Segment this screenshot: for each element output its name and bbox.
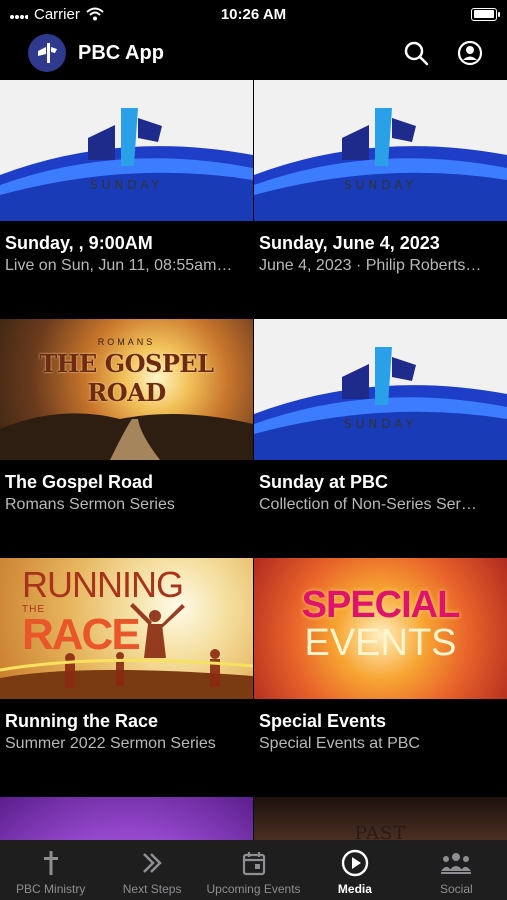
- thumb-line-1: SPECIAL: [301, 584, 461, 626]
- calendar-icon: [242, 849, 266, 877]
- status-bar: Carrier 10:26 AM: [0, 0, 507, 28]
- app-logo-icon[interactable]: [28, 34, 66, 72]
- media-card[interactable]: [0, 797, 253, 840]
- double-chevron-icon: [140, 849, 164, 877]
- app-title: PBC App: [78, 41, 164, 64]
- card-title: Sunday, June 4, 2023: [259, 233, 440, 253]
- card-subtitle: Romans Sermon Series: [5, 496, 175, 513]
- media-card[interactable]: PAST: [254, 797, 507, 840]
- thumb-line-1: RUNNING: [22, 564, 184, 605]
- thumb-label: THE GOSPEL ROAD: [39, 349, 214, 407]
- wifi-icon: [86, 7, 104, 21]
- tab-label: Social: [439, 882, 473, 896]
- tab-label: Upcoming Events: [206, 882, 301, 896]
- card-thumbnail: SUNDAY: [254, 319, 507, 460]
- carrier-group: Carrier: [10, 6, 104, 23]
- media-grid: SUNDAY Sunday, , 9:00AM Live on Sun, Jun…: [0, 80, 507, 840]
- carrier-label: Carrier: [34, 5, 80, 23]
- card-thumbnail: [0, 797, 253, 840]
- card-subtitle: Special Events at PBC: [259, 735, 420, 752]
- card-title: Special Events: [259, 711, 387, 731]
- media-card[interactable]: SUNDAY Sunday at PBC Collection of Non-S…: [254, 319, 507, 514]
- card-thumbnail: SUNDAY: [0, 80, 253, 221]
- thumb-label: SUNDAY: [343, 417, 417, 431]
- card-title: Sunday at PBC: [259, 472, 389, 492]
- card-thumbnail: ROMANS THE GOSPEL ROAD: [0, 319, 253, 460]
- group-icon: [440, 849, 472, 877]
- thumb-label: SUNDAY: [89, 178, 163, 192]
- tab-next-steps[interactable]: Next Steps: [101, 840, 202, 900]
- card-subtitle: June 4, 2023 · Philip Roberts…: [259, 257, 482, 274]
- app-header: PBC App: [0, 28, 507, 78]
- tab-pbc-ministry[interactable]: PBC Ministry: [0, 840, 101, 900]
- media-card[interactable]: SUNDAY Sunday, , 9:00AM Live on Sun, Jun…: [0, 80, 253, 275]
- card-subtitle: Live on Sun, Jun 11, 08:55am…: [5, 257, 233, 274]
- thumb-kicker: ROMANS: [97, 337, 156, 347]
- tab-media[interactable]: Media: [304, 840, 405, 900]
- card-subtitle: Summer 2022 Sermon Series: [5, 735, 216, 752]
- tab-label: Media: [337, 882, 372, 896]
- thumb-line-2: EVENTS: [304, 622, 457, 664]
- bottom-tab-bar: PBC Ministry Next Steps Upcoming Events …: [0, 840, 507, 900]
- card-thumbnail: SUNDAY: [254, 80, 507, 221]
- card-thumbnail: RUNNING THE RACE: [0, 558, 253, 699]
- tab-label: Next Steps: [122, 882, 182, 896]
- card-thumbnail: PAST: [254, 797, 507, 840]
- tab-upcoming-events[interactable]: Upcoming Events: [203, 840, 304, 900]
- account-icon[interactable]: [453, 36, 487, 70]
- thumb-label: SUNDAY: [343, 178, 417, 192]
- media-card[interactable]: ROMANS THE GOSPEL ROAD The Gospel Road R…: [0, 319, 253, 514]
- tab-label: PBC Ministry: [16, 882, 86, 896]
- play-circle-icon: [341, 849, 369, 877]
- card-title: Running the Race: [5, 711, 159, 731]
- card-subtitle: Collection of Non-Series Ser…: [259, 496, 477, 513]
- media-card[interactable]: RUNNING THE RACE Running the Race Summer…: [0, 558, 253, 753]
- battery-icon: [471, 7, 500, 21]
- search-icon[interactable]: [399, 36, 433, 70]
- media-card[interactable]: SUNDAY Sunday, June 4, 2023 June 4, 2023…: [254, 80, 507, 275]
- cross-icon: [41, 849, 61, 877]
- tab-social[interactable]: Social: [406, 840, 507, 900]
- signal-icon: [10, 15, 28, 19]
- card-thumbnail: SPECIAL EVENTS: [254, 558, 507, 699]
- thumb-label: PAST: [354, 823, 407, 840]
- card-title: The Gospel Road: [5, 472, 154, 492]
- thumb-line-3: RACE: [22, 610, 141, 659]
- media-card[interactable]: SPECIAL EVENTS Special Events Special Ev…: [254, 558, 507, 753]
- card-title: Sunday, , 9:00AM: [5, 233, 153, 253]
